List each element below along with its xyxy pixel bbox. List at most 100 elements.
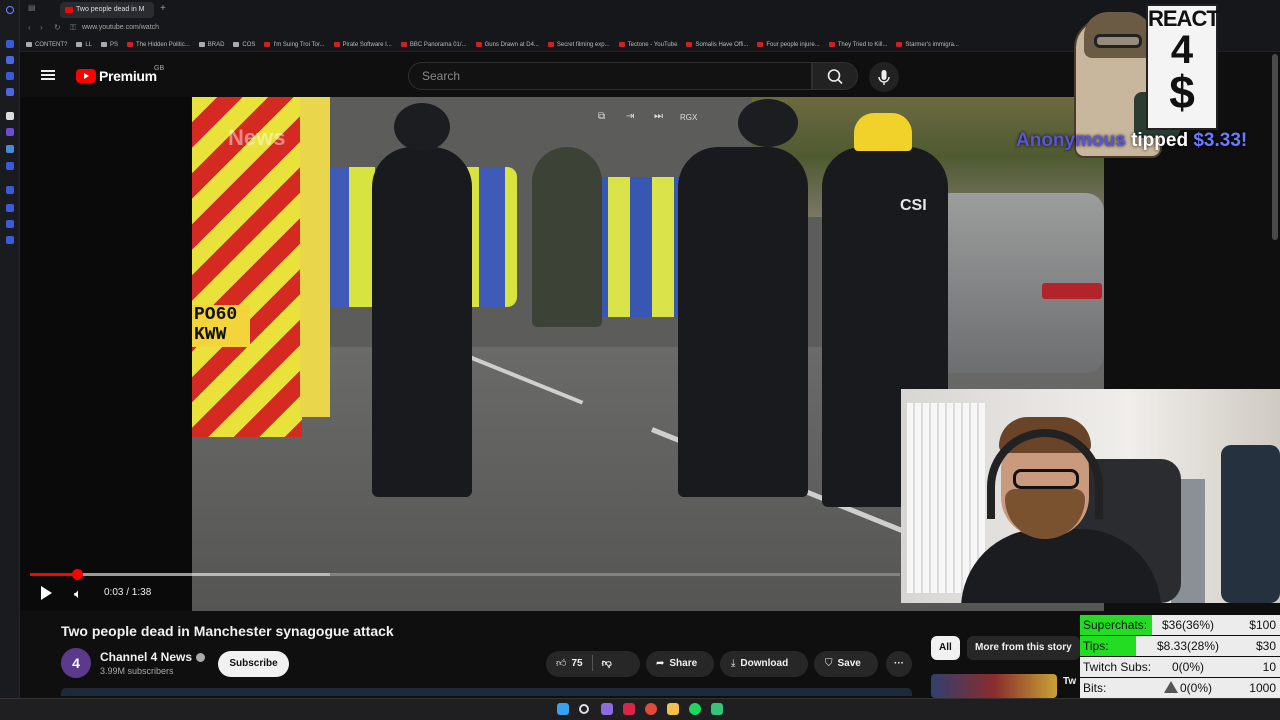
miniplayer-icon[interactable]: ⧉ xyxy=(598,111,605,122)
file-explorer-icon[interactable] xyxy=(667,703,679,715)
chrome-icon[interactable] xyxy=(645,703,657,715)
sidebar-app-icon[interactable] xyxy=(6,204,14,212)
share-button[interactable]: ➦ Share xyxy=(646,651,714,677)
search-input[interactable]: Search xyxy=(408,62,812,90)
opera-gx-icon[interactable] xyxy=(623,703,635,715)
subscriber-count: 3.99M subscribers xyxy=(100,666,174,676)
description-box[interactable] xyxy=(61,688,912,696)
bookmark-item[interactable]: The Hidden Politic... xyxy=(127,42,190,48)
officer-cap xyxy=(854,113,912,151)
sidebar-app-icon[interactable] xyxy=(6,72,14,80)
tab-list-icon[interactable]: ▤ xyxy=(28,3,36,12)
bookmark-item[interactable]: LL xyxy=(76,42,92,48)
sidebar-app-icon[interactable] xyxy=(6,128,14,136)
bookmark-item[interactable]: Guns Drawn at D4... xyxy=(475,42,539,48)
bookmark-favicon-icon xyxy=(757,42,764,47)
rgx-extension-label[interactable]: RGX xyxy=(680,113,697,122)
bookmark-item[interactable]: BBC Panorama 01/... xyxy=(400,42,467,48)
bookmark-item[interactable]: Somalis Have Offi... xyxy=(686,42,748,48)
goal-value-text: 0(0%) xyxy=(1179,681,1212,695)
goal-target: 1000 xyxy=(1249,681,1276,695)
sidebar-app-icon[interactable] xyxy=(6,162,14,170)
bookmark-item[interactable]: COS xyxy=(233,42,255,48)
bookmark-item[interactable]: Pirate Software I... xyxy=(333,41,392,48)
chip-all[interactable]: All xyxy=(931,636,960,660)
thumbs-down-icon[interactable]: 👎︎ xyxy=(602,658,612,669)
pip-icon[interactable]: ⇥ xyxy=(626,111,634,122)
bookmark-favicon-icon xyxy=(618,42,625,47)
armed-officer xyxy=(678,147,808,497)
bookmark-favicon-icon xyxy=(26,42,32,47)
recommended-video-title[interactable]: Tw xyxy=(1063,676,1076,687)
sidebar-app-icon[interactable] xyxy=(6,88,14,96)
search-icon[interactable] xyxy=(579,704,589,714)
bookmark-label: Pirate Software I... xyxy=(342,41,392,48)
sidebar-app-icon[interactable] xyxy=(6,145,14,153)
spotify-icon[interactable] xyxy=(689,703,701,715)
like-count[interactable]: 75 xyxy=(571,658,582,669)
voice-search-button[interactable] xyxy=(869,62,899,92)
plate-line-1: PO60 xyxy=(194,305,238,325)
bookmark-item[interactable]: PS xyxy=(101,42,118,48)
sidebar-app-icon[interactable] xyxy=(6,186,14,194)
bookmark-item[interactable]: I'm Suing Troi Tor... xyxy=(264,41,325,48)
verified-icon xyxy=(196,653,206,663)
bookmark-item[interactable]: Four people injure... xyxy=(757,42,820,48)
bookmark-item[interactable]: Secret filming exp... xyxy=(547,42,610,48)
sidebar-app-icon[interactable] xyxy=(6,56,14,64)
region-code: GB xyxy=(154,65,165,72)
youtube-premium-logo[interactable]: Premium xyxy=(76,68,157,84)
thumbs-up-icon[interactable]: 👍︎ xyxy=(556,658,566,669)
bookmark-favicon-icon xyxy=(76,42,83,47)
sidebar-app-icon[interactable] xyxy=(6,236,14,244)
recommended-video-thumbnail[interactable] xyxy=(931,674,1057,698)
forward-icon[interactable]: › xyxy=(40,23,43,32)
bookmark-item[interactable]: Tectone - YouTube xyxy=(618,41,678,48)
bookmark-item[interactable]: Starmer's immigra... xyxy=(896,42,959,48)
chip-more-from-story[interactable]: More from this story xyxy=(967,636,1080,660)
new-tab-icon[interactable]: + xyxy=(160,3,166,14)
tab-active[interactable]: Two people dead in M xyxy=(60,2,154,18)
bookmark-favicon-icon xyxy=(333,42,340,47)
back-icon[interactable]: ‹ xyxy=(28,23,31,32)
goal-label: Tips: xyxy=(1083,639,1109,653)
taskview-icon[interactable] xyxy=(601,703,613,715)
search-button[interactable] xyxy=(812,62,858,90)
more-actions-button[interactable]: ··· xyxy=(886,651,912,677)
sidebar-app-icon[interactable] xyxy=(6,112,14,120)
bookmark-label: Tectone - YouTube xyxy=(627,41,678,48)
sidebar-app-icon[interactable] xyxy=(6,40,14,48)
bookmark-item[interactable]: BRAD xyxy=(198,41,225,48)
bookmark-favicon-icon xyxy=(101,42,108,47)
save-button[interactable]: ⛉ Save xyxy=(814,651,878,677)
bookmark-label: BRAD xyxy=(207,41,225,48)
app-icon[interactable] xyxy=(711,703,723,715)
download-button[interactable]: ⤓ Download xyxy=(720,651,808,677)
channel-name[interactable]: Channel 4 News xyxy=(100,650,206,664)
url-text[interactable]: www.youtube.com/watch xyxy=(82,24,159,31)
volume-icon[interactable]: 🔈︎ xyxy=(74,586,82,602)
bookmark-favicon-icon xyxy=(828,42,835,47)
goal-value: 0(0%) xyxy=(1154,681,1222,695)
subscribe-button[interactable]: Subscribe xyxy=(218,651,289,677)
screen: ▤ Two people dead in M + ‹ › ↻ ⚿ www.you… xyxy=(0,0,1280,720)
skip-icon[interactable]: ⏭ xyxy=(654,111,663,122)
bookmark-icon: ⛉ xyxy=(825,658,833,669)
hamburger-menu-icon[interactable] xyxy=(41,70,55,80)
goal-label: Superchats: xyxy=(1083,618,1148,632)
channel-avatar[interactable]: 4 xyxy=(61,648,91,678)
bookmark-favicon-icon xyxy=(896,42,903,47)
windows-start-icon[interactable] xyxy=(557,703,569,715)
bookmark-item[interactable]: CONTENT? xyxy=(26,42,67,48)
csi-text: CSI xyxy=(900,197,927,214)
bookmark-item[interactable]: They Tried to Kill... xyxy=(828,42,887,48)
goal-target: $30 xyxy=(1255,639,1276,653)
reload-icon[interactable]: ↻ xyxy=(54,23,61,32)
channel-name-text: Channel 4 News xyxy=(100,650,193,664)
opera-logo-icon[interactable] xyxy=(6,6,14,14)
sidebar-app-icon[interactable] xyxy=(6,220,14,228)
page-scrollbar[interactable] xyxy=(1272,54,1278,240)
play-icon[interactable] xyxy=(41,586,52,600)
bookmark-favicon-icon xyxy=(264,42,271,47)
bookmark-label: I'm Suing Troi Tor... xyxy=(273,41,325,48)
